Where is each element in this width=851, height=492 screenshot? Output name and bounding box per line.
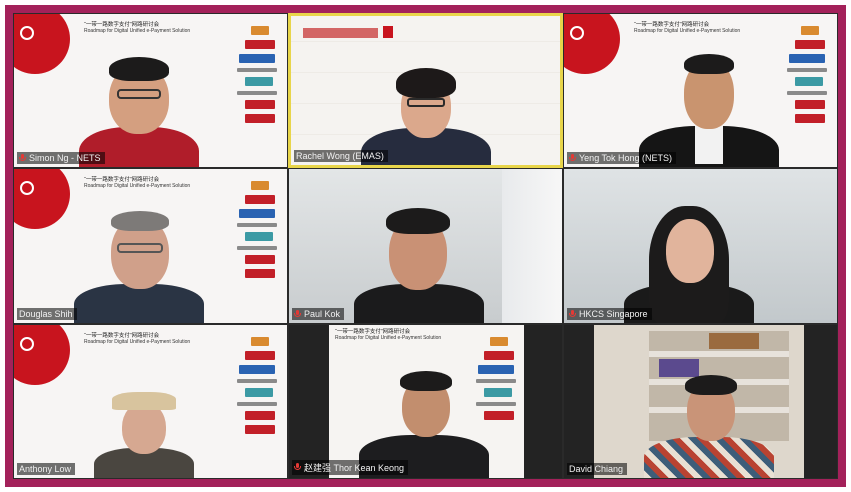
participant-tile-1[interactable]: “一带一路数字支付”网路研讨会 Roadmap for Digital Unif… [13,13,288,169]
slide-title-en: Roadmap for Digital Unified e-Payment So… [84,28,191,34]
participant-name-label: Douglas Shih [17,307,77,320]
event-logo [14,14,70,74]
participant-name-label: Simon Ng - NETS [17,152,105,165]
event-logo [14,169,70,230]
participant-name-label: Anthony Low [17,462,76,475]
sponsor-logos [231,333,281,473]
participant-name-label: Paul Kok [292,307,345,320]
slide-title: “一带一路数字支付”网路研讨会 Roadmap for Digital Unif… [634,22,741,34]
sponsor-logos [231,177,281,317]
participant-tile-4[interactable]: “一带一路数字支付”网路研讨会 Roadmap for Digital Unif… [13,168,288,324]
event-logo [564,14,620,74]
participant-tile-8[interactable]: “一带一路数字支付”网路研讨会 Roadmap for Digital Unif… [288,323,563,479]
participant-tile-9[interactable]: David Chiang [563,323,838,479]
participant-name-label: Rachel Wong (EMAS) [294,150,388,163]
participant-name-label: David Chiang [567,462,628,475]
muted-mic-icon [569,309,576,318]
participant-tile-5[interactable]: Paul Kok [288,168,563,324]
event-logo [14,324,70,385]
participant-name-label: HKCS Singapore [567,307,652,320]
participant-name-label: Yeng Tok Hong (NETS) [567,152,677,165]
muted-mic-icon [19,154,26,162]
slide-title: “一带一路数字支付”网路研讨会 Roadmap for Digital Unif… [84,22,190,34]
participant-tile-3[interactable]: “一带一路数字支付”网路研讨会 Roadmap for Digital Unif… [563,13,838,169]
video-grid: “一带一路数字支付”网路研讨会 Roadmap for Digital Unif… [13,13,838,479]
muted-mic-icon [294,463,301,471]
muted-mic-icon [294,309,301,318]
slide-title: “一带一路数字支付”网路研讨会 Roadmap for Digital Unif… [84,332,191,345]
sponsor-logos [781,22,831,162]
slide-title: “一带一路数字支付”网路研讨会 Roadmap for Digital Unif… [84,177,191,190]
slide-title: “一带一路数字支付”网路研讨会 Roadmap for Digital Unif… [335,328,442,341]
participant-tile-7[interactable]: “一带一路数字支付”网路研讨会 Roadmap for Digital Unif… [13,323,288,479]
muted-mic-icon [569,154,576,162]
participant-tile-6[interactable]: HKCS Singapore [563,168,838,324]
participant-name-label: 赵建强 Thor Kean Keong [292,459,409,475]
participant-tile-2[interactable]: Rachel Wong (EMAS) [288,13,563,169]
sponsor-logos [231,22,281,162]
